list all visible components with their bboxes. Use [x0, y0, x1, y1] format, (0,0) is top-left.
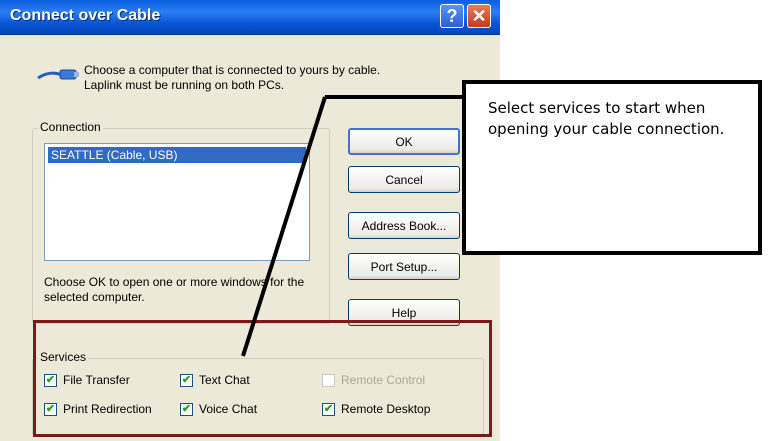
callout-text: Select services to start when opening yo…: [488, 99, 725, 138]
pointer-line-diagonal: [241, 96, 327, 357]
callout-box: Select services to start when opening yo…: [462, 80, 762, 255]
